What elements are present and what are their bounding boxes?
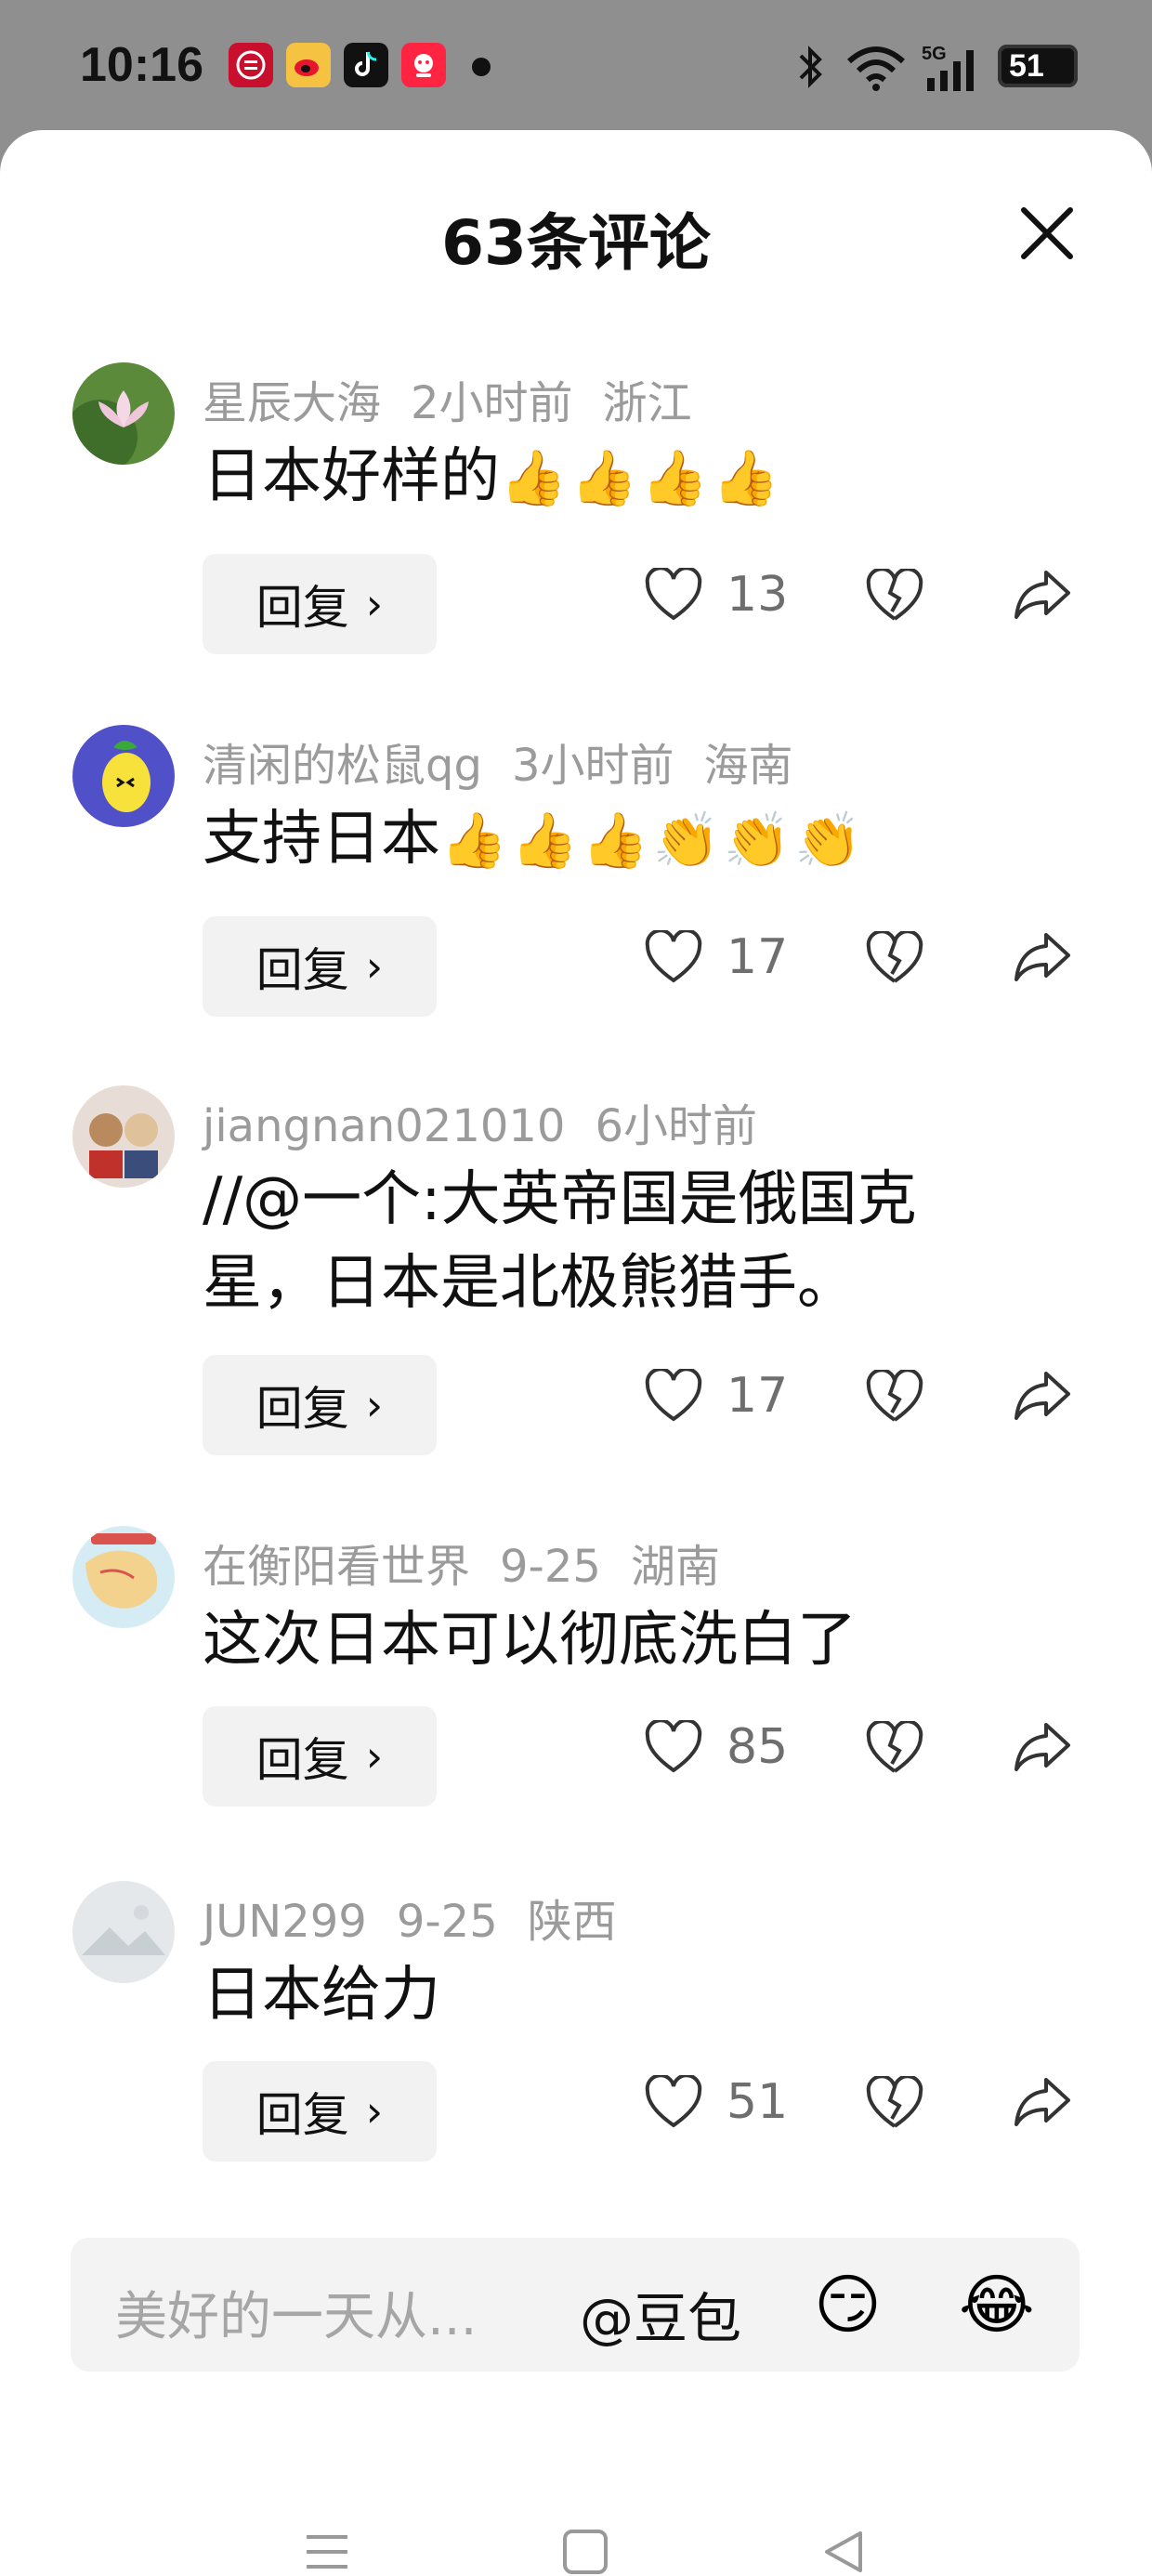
svg-text:5G: 5G — [922, 44, 947, 64]
broken-heart-icon[interactable] — [866, 931, 923, 985]
heart-icon — [645, 1369, 702, 1422]
comment-location: 浙江 — [602, 377, 692, 429]
comment-user[interactable]: 星辰大海 — [203, 377, 381, 429]
comment-sheet: 63条评论 星辰大海 2小时前 浙江 日本好样的👍👍👍👍 回复 › 13 清闲的… — [0, 130, 1152, 2576]
share-icon[interactable] — [1013, 1719, 1072, 1775]
cellular-signal-icon: 5G — [922, 44, 974, 91]
comment-location: 陕西 — [527, 1896, 617, 1948]
chevron-right-icon: › — [365, 1380, 384, 1430]
comment-input-placeholder[interactable]: 美好的一天从... — [115, 2275, 477, 2350]
broken-heart-icon[interactable] — [866, 569, 923, 623]
reply-button[interactable]: 回复 › — [203, 554, 437, 654]
comment-text: 日本好样的👍👍👍👍 — [203, 442, 783, 511]
avatar[interactable] — [72, 1881, 175, 1983]
share-icon[interactable] — [1013, 567, 1072, 623]
close-icon — [1021, 207, 1073, 259]
like-button[interactable]: 51 — [645, 2074, 788, 2130]
mention-button[interactable]: @豆包 — [580, 2275, 741, 2353]
like-count: 51 — [727, 2074, 789, 2130]
like-button[interactable]: 17 — [645, 929, 788, 985]
comment-location: 湖南 — [630, 1541, 720, 1593]
like-button[interactable]: 85 — [645, 1719, 788, 1775]
reply-button[interactable]: 回复 › — [203, 1706, 437, 1807]
chevron-right-icon: › — [365, 1731, 384, 1781]
chevron-right-icon: › — [365, 941, 384, 992]
comment-emojis: 👍👍👍👍 — [500, 446, 783, 509]
comment-text: 支持日本👍👍👍👏👏👏 — [203, 805, 866, 874]
comment-location: 海南 — [703, 740, 793, 792]
comment-meta: jiangnan021010 6小时前 — [203, 1089, 787, 1154]
chevron-right-icon: › — [365, 579, 384, 629]
comment-time: 9-25 — [396, 1896, 498, 1948]
comment-user[interactable]: 清闲的松鼠qg — [203, 740, 482, 792]
battery-icon: 51 — [998, 45, 1078, 87]
comment-user[interactable]: JUN299 — [203, 1896, 367, 1948]
comment-emojis: 👍👍👍👏👏👏 — [440, 808, 866, 872]
status-bar: 10:16 5G 51 — [0, 0, 1152, 130]
share-icon[interactable] — [1013, 2074, 1072, 2130]
page-title: 63条评论 — [441, 207, 711, 279]
chevron-right-icon: › — [365, 2086, 384, 2136]
share-icon[interactable] — [1013, 1368, 1072, 1424]
cats-avatar-icon — [72, 1085, 175, 1188]
heart-icon — [645, 2075, 702, 2128]
laughing-emoji-button[interactable]: 😂 — [959, 2264, 1035, 2346]
comment-meta: 星辰大海 2小时前 浙江 — [203, 366, 722, 431]
status-time: 10:16 — [80, 38, 203, 92]
weibo-app-icon — [286, 43, 331, 87]
like-button[interactable]: 13 — [645, 567, 788, 623]
comment-text: 日本给力 — [203, 1961, 440, 2030]
default-avatar-icon — [72, 1881, 175, 1983]
reply-button[interactable]: 回复 › — [203, 916, 437, 1017]
redbook-app-icon — [401, 43, 446, 87]
bluetooth-icon — [799, 46, 822, 88]
comment-meta: 在衡阳看世界 9-25 湖南 — [203, 1530, 750, 1595]
close-button[interactable] — [1013, 199, 1081, 268]
heart-icon — [645, 930, 702, 983]
smirk-emoji-button[interactable]: 😏 — [814, 2264, 882, 2346]
comment-meta: JUN299 9-25 陕西 — [203, 1885, 647, 1950]
reply-button[interactable]: 回复 › — [203, 1355, 437, 1455]
comment-time: 3小时前 — [511, 740, 674, 792]
notification-dot — [472, 58, 491, 76]
heart-icon — [645, 568, 702, 621]
lotus-avatar-icon — [72, 362, 175, 465]
comment-time: 2小时前 — [411, 377, 573, 429]
comment-input-bar[interactable]: 美好的一天从... @豆包 😏 😂 — [71, 2238, 1080, 2372]
avatar[interactable] — [72, 1526, 175, 1628]
like-count: 17 — [727, 929, 789, 985]
comment-time: 9-25 — [500, 1541, 601, 1593]
comment-text: 这次日本可以彻底洗白了 — [203, 1606, 857, 1675]
share-icon[interactable] — [1013, 929, 1072, 985]
comment-meta: 清闲的松鼠qg 3小时前 海南 — [203, 729, 823, 794]
reply-button[interactable]: 回复 › — [203, 2061, 437, 2162]
bank-app-icon — [229, 43, 273, 87]
avatar[interactable] — [72, 725, 175, 827]
broken-heart-icon[interactable] — [866, 1370, 923, 1424]
avatar[interactable] — [72, 362, 175, 465]
comment-time: 6小时前 — [595, 1100, 758, 1152]
tiktok-app-icon — [344, 43, 388, 87]
broken-heart-icon[interactable] — [866, 1721, 923, 1775]
like-count: 17 — [727, 1368, 789, 1424]
heart-icon — [645, 1720, 702, 1773]
menu-nav-icon[interactable] — [303, 2528, 351, 2576]
lemon-avatar-icon — [72, 725, 175, 827]
broken-heart-icon[interactable] — [866, 2076, 923, 2130]
battery-level: 51 — [1009, 48, 1044, 84]
avatar[interactable] — [72, 1085, 175, 1188]
back-nav-icon[interactable] — [819, 2528, 868, 2576]
comment-text: //@一个:大英帝国是俄国克星，日本是北极熊猎手。 — [203, 1165, 917, 1318]
like-button[interactable]: 17 — [645, 1368, 788, 1424]
like-count: 85 — [727, 1719, 789, 1775]
comment-user[interactable]: 在衡阳看世界 — [203, 1541, 470, 1593]
map-avatar-icon — [72, 1526, 175, 1628]
like-count: 13 — [727, 567, 789, 623]
wifi-icon — [846, 46, 906, 91]
home-nav-icon[interactable] — [561, 2528, 609, 2576]
comment-user[interactable]: jiangnan021010 — [203, 1100, 565, 1152]
